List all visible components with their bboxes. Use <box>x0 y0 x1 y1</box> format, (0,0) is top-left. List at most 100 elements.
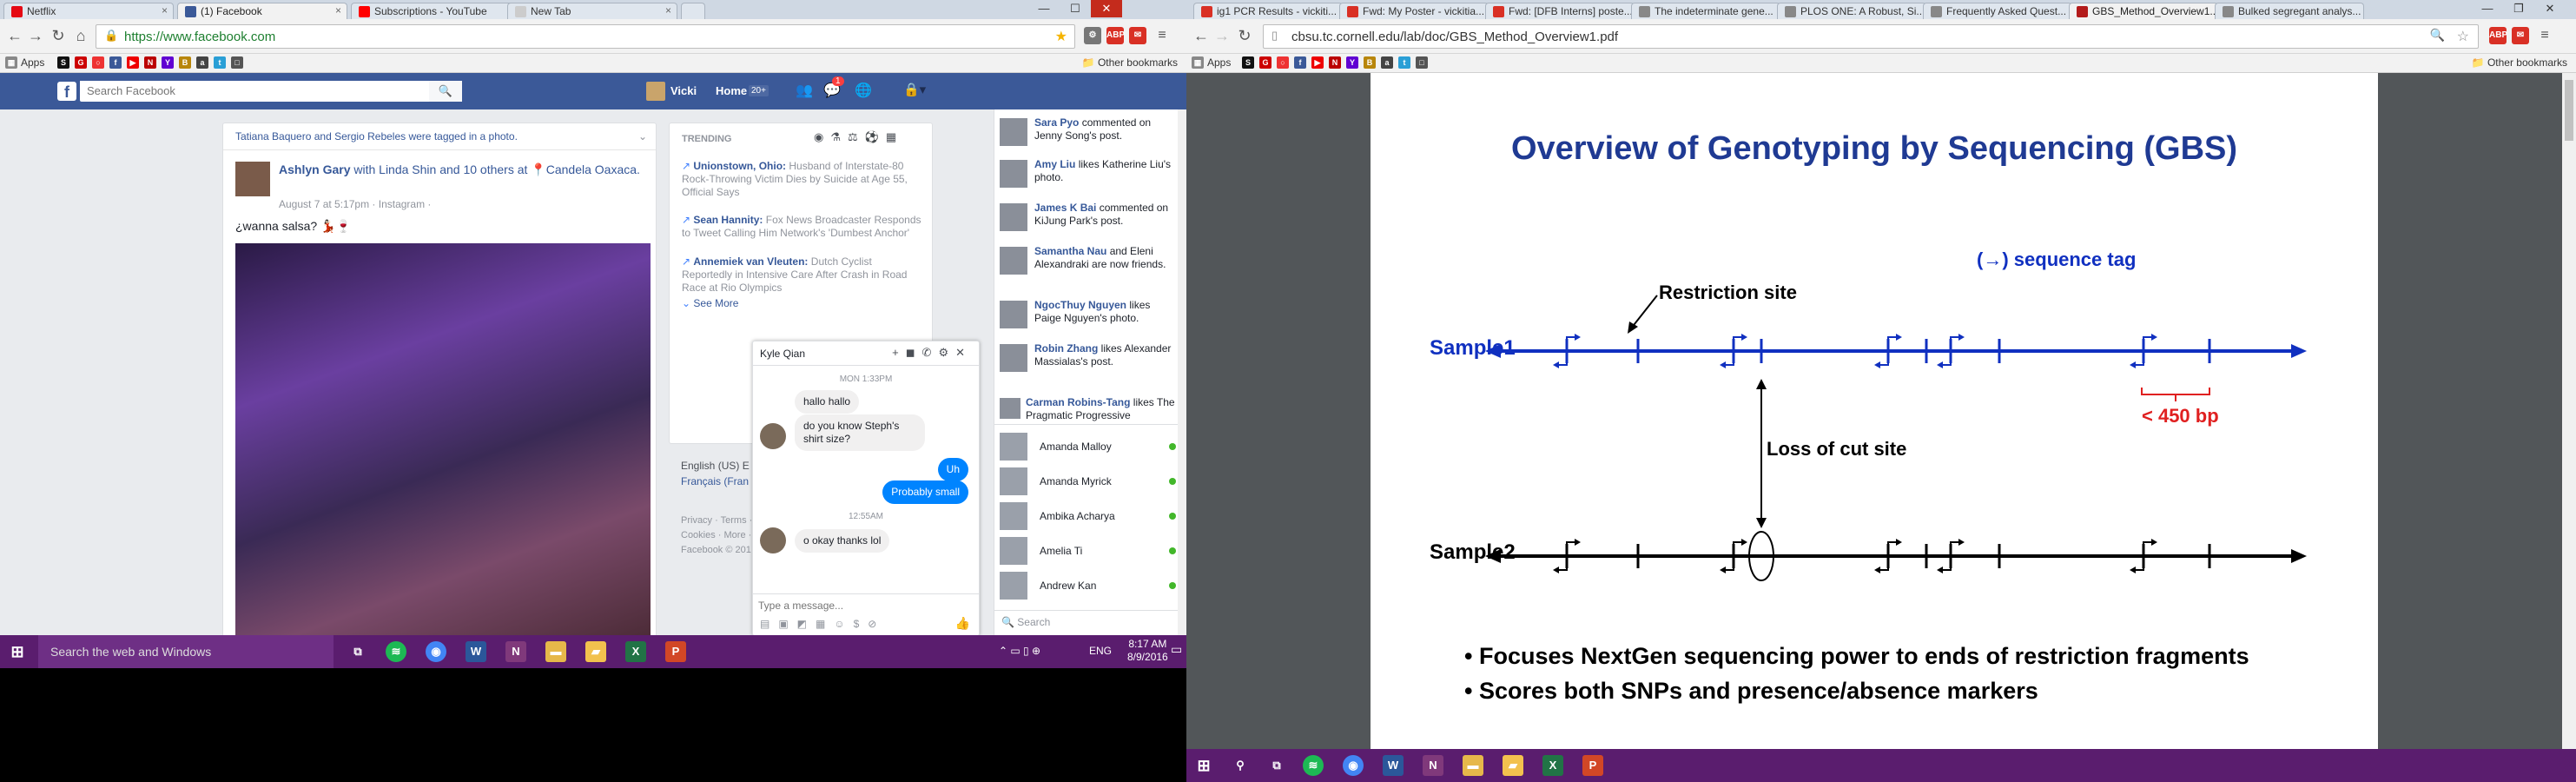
taskbar-search[interactable]: Search the web and Windows <box>38 635 334 668</box>
bookmark-icon[interactable]: t <box>1398 56 1410 69</box>
reload-icon[interactable]: ↻ <box>1235 27 1254 45</box>
search-icon[interactable]: 🔍 <box>429 81 462 102</box>
back-icon[interactable]: ← <box>5 27 24 45</box>
chat-message-input[interactable] <box>758 597 967 614</box>
address-bar[interactable]: ▯ cbsu.tc.cornell.edu/lab/doc/GBS_Method_… <box>1263 24 2479 49</box>
see-more-link[interactable]: ⌄ See More <box>682 297 738 309</box>
browser-tab[interactable]: Fwd: My Poster - vickitia... <box>1339 3 1489 19</box>
minimize-icon[interactable]: — <box>2472 0 2503 17</box>
forward-icon[interactable]: → <box>26 27 45 45</box>
facebook-logo[interactable]: f <box>57 82 76 101</box>
chat-name[interactable]: Kyle Qian <box>760 348 805 360</box>
folder-icon[interactable]: ▰ <box>1503 755 1523 776</box>
new-tab-button[interactable] <box>681 3 705 19</box>
word-icon[interactable]: W <box>466 641 486 662</box>
close-tab-icon[interactable]: × <box>665 4 671 17</box>
clock[interactable]: 8:17 AM 8/9/2016 <box>1127 638 1168 664</box>
browser-tab[interactable]: PLOS ONE: A Robust, Si... <box>1777 3 1926 19</box>
profile-link[interactable]: Vicki <box>670 84 697 97</box>
powerpoint-icon[interactable]: P <box>665 641 686 662</box>
ticker-item[interactable]: Carman Robins-Tang likes The Pragmatic P… <box>1000 396 1181 422</box>
reload-icon[interactable]: ↻ <box>49 27 68 45</box>
adblock-icon[interactable]: ABP <box>2489 27 2507 44</box>
browser-tab[interactable]: Fwd: [DFB Interns] poste... <box>1485 3 1635 19</box>
spotify-icon[interactable]: ≋ <box>386 641 406 662</box>
onenote-icon[interactable]: N <box>1423 755 1443 776</box>
chat-tool-icons[interactable]: ▤▣◩▦☺$⊘ <box>760 618 885 630</box>
apps-bookmark[interactable]: Apps <box>21 56 44 69</box>
maximize-icon[interactable]: ☐ <box>1060 0 1091 17</box>
system-tray-icons[interactable]: ⌃ ▭ ▯ ⊕ <box>999 645 1040 657</box>
spotify-icon[interactable]: ≋ <box>1303 755 1324 776</box>
ticker-item[interactable]: James K Bai commented on KiJung Park's p… <box>1000 202 1181 238</box>
contact-item[interactable]: Andrew Kan <box>1000 568 1181 603</box>
close-window-icon[interactable]: ✕ <box>2534 0 2566 17</box>
menu-icon[interactable]: ≡ <box>2536 27 2553 44</box>
apps-icon[interactable]: ▦ <box>1192 56 1204 69</box>
author-avatar[interactable] <box>235 162 270 196</box>
language-indicator[interactable]: ENG <box>1089 645 1112 657</box>
contact-item[interactable]: Amanda Myrick <box>1000 464 1181 499</box>
back-icon[interactable]: ← <box>1192 27 1211 45</box>
file-explorer-icon[interactable]: ▬ <box>1463 755 1483 776</box>
trending-filter-icons[interactable]: ◉⚗⚖⚽▦ <box>814 130 903 144</box>
onenote-icon[interactable]: N <box>505 641 526 662</box>
excel-icon[interactable]: X <box>625 641 646 662</box>
contact-item[interactable]: Amanda Malloy <box>1000 429 1181 464</box>
other-bookmarks[interactable]: 📁 Other bookmarks <box>1082 56 1178 69</box>
contact-item[interactable]: Ambika Acharya <box>1000 499 1181 533</box>
tab-netflix[interactable]: Netflix × <box>3 3 174 19</box>
globe-icon[interactable]: 🌐 <box>855 82 872 99</box>
post-timestamp[interactable]: August 7 at 5:17pm · Instagram · <box>279 198 431 210</box>
bookmark-icon[interactable]: t <box>214 56 226 69</box>
search-icon[interactable]: ⚲ <box>1230 755 1251 776</box>
close-tab-icon[interactable]: × <box>335 4 341 17</box>
bookmark-icon[interactable]: S <box>1242 56 1254 69</box>
avatar[interactable] <box>646 82 665 101</box>
home-link[interactable]: Home <box>716 84 747 97</box>
scrollbar[interactable] <box>2562 73 2576 749</box>
forward-icon[interactable]: → <box>1212 27 1232 45</box>
thumbs-up-icon[interactable]: 👍 <box>955 616 970 631</box>
post-with[interactable]: with Linda Shin and 10 others at <box>353 162 527 176</box>
close-tab-icon[interactable]: × <box>162 4 168 17</box>
tab-youtube[interactable]: Subscriptions - YouTube× <box>351 3 521 19</box>
browser-tab[interactable]: Frequently Asked Quest... <box>1923 3 2072 19</box>
trending-item[interactable]: ↗ Unionstown, Ohio: Husband of Interstat… <box>682 160 925 199</box>
close-window-icon[interactable]: ✕ <box>1091 0 1122 17</box>
adblock-icon[interactable]: ABP <box>1106 27 1125 44</box>
tab-facebook[interactable]: (1) Facebook × <box>177 3 347 19</box>
bookmark-icon[interactable]: G <box>75 56 87 69</box>
bookmark-icon[interactable]: B <box>1364 56 1376 69</box>
bookmark-icon[interactable]: ▶ <box>1311 56 1324 69</box>
trending-item[interactable]: ↗ Sean Hannity: Fox News Broadcaster Res… <box>682 214 925 240</box>
bookmark-icon[interactable]: a <box>1381 56 1393 69</box>
extension-icon[interactable]: ⚙ <box>1084 27 1101 44</box>
bookmark-icon[interactable]: □ <box>231 56 243 69</box>
browser-tab-active[interactable]: GBS_Method_Overview1... <box>2069 3 2218 19</box>
post-author[interactable]: Ashlyn Gary <box>279 162 350 176</box>
bookmark-star-icon[interactable]: ☆ <box>2457 28 2469 45</box>
chrome-icon[interactable]: ◉ <box>426 641 446 662</box>
folder-icon[interactable]: ▰ <box>585 641 606 662</box>
ticker-item[interactable]: Robin Zhang likes Alexander Massialas's … <box>1000 342 1181 379</box>
bookmark-icon[interactable]: S <box>57 56 69 69</box>
home-icon[interactable]: ⌂ <box>71 27 90 45</box>
menu-icon[interactable]: ≡ <box>1153 27 1171 44</box>
bookmark-icon[interactable]: □ <box>1416 56 1428 69</box>
file-explorer-icon[interactable]: ▬ <box>545 641 566 662</box>
task-view-icon[interactable]: ⧉ <box>1266 755 1287 776</box>
windows-start-icon[interactable]: ⊞ <box>1193 755 1214 776</box>
apps-bookmark[interactable]: Apps <box>1207 56 1231 69</box>
ticker-item[interactable]: Samantha Nau and Eleni Alexandraki are n… <box>1000 245 1181 290</box>
bookmark-icon[interactable]: Y <box>1346 56 1358 69</box>
notifications-icon[interactable]: ▭ <box>1171 642 1182 657</box>
post-photo[interactable] <box>235 243 651 635</box>
friends-icon[interactable]: 👥 <box>796 82 813 99</box>
extension-icon[interactable]: ✉ <box>1129 27 1146 44</box>
scrollbar-thumb[interactable] <box>2565 80 2573 141</box>
browser-tab[interactable]: ig1 PCR Results - vickiti... <box>1193 3 1343 19</box>
excel-icon[interactable]: X <box>1542 755 1563 776</box>
bookmark-icon[interactable]: N <box>1329 56 1341 69</box>
chat-search[interactable]: 🔍 Search <box>994 610 1186 634</box>
